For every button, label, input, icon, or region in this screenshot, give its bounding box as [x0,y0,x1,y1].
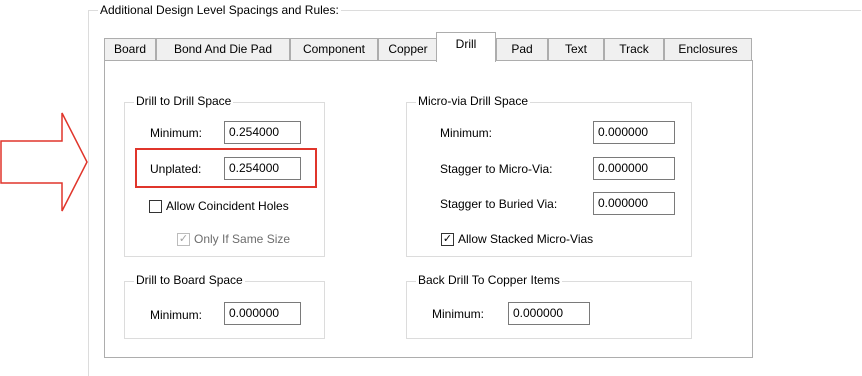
allow-coincident-holes-label[interactable]: Allow Coincident Holes [166,199,289,213]
tab-track[interactable]: Track [604,38,664,60]
stagger-to-micro-via-input[interactable]: 0.000000 [593,157,675,180]
drill-minimum-input[interactable]: 0.254000 [224,121,301,144]
only-if-same-size-checkbox[interactable]: ✓ [177,233,190,246]
allow-stacked-micro-vias-checkbox[interactable]: ✓ [441,233,454,246]
tab-text[interactable]: Text [548,38,604,60]
stagger-to-buried-via-label: Stagger to Buried Via: [440,197,558,211]
design-rules-group-title: Additional Design Level Spacings and Rul… [98,3,341,17]
allow-stacked-micro-vias-label[interactable]: Allow Stacked Micro-Vias [458,232,593,246]
stagger-to-buried-via-input[interactable]: 0.000000 [593,192,675,215]
back-drill-minimum-input[interactable]: 0.000000 [508,302,590,325]
annotation-arrow-icon [0,112,88,212]
stagger-to-micro-via-label: Stagger to Micro-Via: [440,162,553,176]
tab-pad[interactable]: Pad [496,38,548,60]
board-minimum-input[interactable]: 0.000000 [224,302,301,325]
tab-enclosures[interactable]: Enclosures [664,38,752,60]
micro-via-title: Micro-via Drill Space [416,94,531,108]
drill-minimum-label: Minimum: [150,126,203,140]
tab-copper[interactable]: Copper [378,38,438,60]
tab-board[interactable]: Board [104,38,156,60]
drill-to-drill-title: Drill to Drill Space [134,94,234,108]
micro-via-minimum-input[interactable]: 0.000000 [593,121,675,144]
back-drill-minimum-label: Minimum: [432,307,485,321]
unplated-highlight-box [135,148,317,188]
drill-to-board-title: Drill to Board Space [134,273,245,287]
only-if-same-size-label[interactable]: Only If Same Size [194,232,290,246]
tab-drill[interactable]: Drill [436,32,496,62]
tab-component[interactable]: Component [290,38,378,60]
allow-coincident-holes-checkbox[interactable] [149,200,162,213]
board-minimum-label: Minimum: [150,308,203,322]
micro-via-minimum-label: Minimum: [440,126,493,140]
tab-bond-and-die-pad[interactable]: Bond And Die Pad [156,38,290,60]
back-drill-title: Back Drill To Copper Items [416,273,562,287]
